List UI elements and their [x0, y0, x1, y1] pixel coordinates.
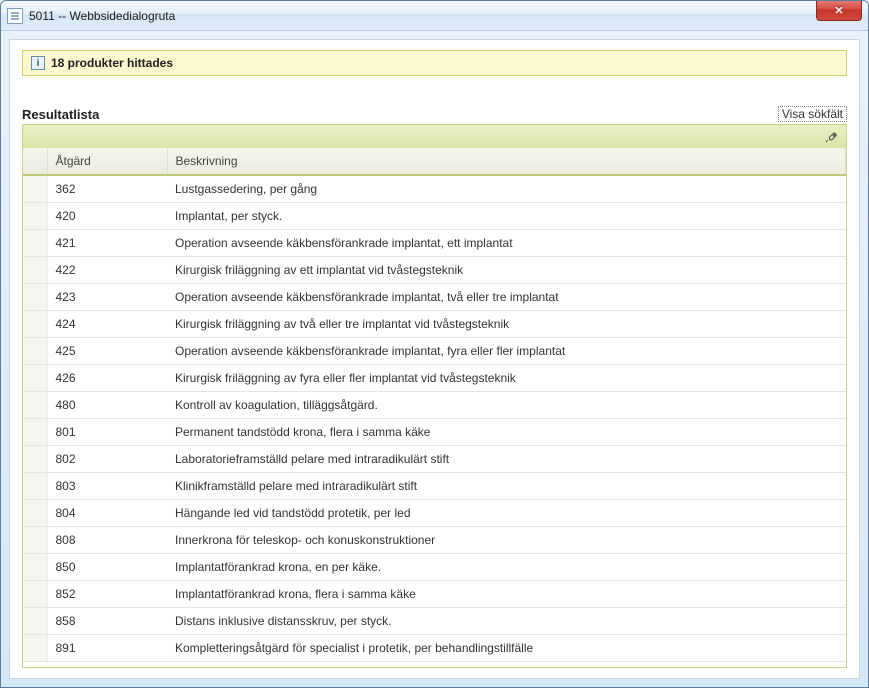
row-desc: Operation avseende käkbensförankrade imp… [167, 284, 846, 311]
row-selector[interactable] [23, 257, 47, 284]
row-selector[interactable] [23, 338, 47, 365]
table-row[interactable]: 423Operation avseende käkbensförankrade … [23, 284, 846, 311]
info-message: 18 produkter hittades [51, 56, 173, 70]
result-table: Åtgärd Beskrivning 362Lustgassedering, p… [23, 148, 846, 662]
table-row[interactable]: 852Implantatförankrad krona, flera i sam… [23, 581, 846, 608]
row-selector[interactable] [23, 473, 47, 500]
result-header: Resultatlista Visa sökfält [22, 106, 847, 122]
row-code: 852 [47, 581, 167, 608]
table-row[interactable]: 801Permanent tandstödd krona, flera i sa… [23, 419, 846, 446]
table-row[interactable]: 891Kompletteringsåtgärd för specialist i… [23, 635, 846, 662]
column-code[interactable]: Åtgärd [47, 148, 167, 175]
row-code: 362 [47, 175, 167, 203]
table-row[interactable]: 480Kontroll av koagulation, tilläggsåtgä… [23, 392, 846, 419]
toolbar-strip [22, 124, 847, 148]
settings-icon[interactable] [824, 130, 838, 144]
row-selector[interactable] [23, 392, 47, 419]
row-code: 425 [47, 338, 167, 365]
window-title: 5011 -- Webbsidedialogruta [29, 9, 175, 23]
table-row[interactable]: 424Kirurgisk friläggning av två eller tr… [23, 311, 846, 338]
row-desc: Kirurgisk friläggning av ett implantat v… [167, 257, 846, 284]
row-desc: Innerkrona för teleskop- och konuskonstr… [167, 527, 846, 554]
titlebar[interactable]: 5011 -- Webbsidedialogruta ✕ [1, 1, 868, 31]
table-row[interactable]: 426Kirurgisk friläggning av fyra eller f… [23, 365, 846, 392]
row-desc: Laboratorieframställd pelare med intrara… [167, 446, 846, 473]
row-selector[interactable] [23, 635, 47, 662]
row-selector[interactable] [23, 203, 47, 230]
row-desc: Implantatförankrad krona, en per käke. [167, 554, 846, 581]
row-code: 801 [47, 419, 167, 446]
table-row[interactable]: 803Klinikframställd pelare med intraradi… [23, 473, 846, 500]
close-icon: ✕ [834, 4, 843, 17]
row-selector[interactable] [23, 311, 47, 338]
result-table-wrap: Åtgärd Beskrivning 362Lustgassedering, p… [22, 148, 847, 668]
row-desc: Kompletteringsåtgärd för specialist i pr… [167, 635, 846, 662]
info-bar: i 18 produkter hittades [22, 50, 847, 76]
row-desc: Kirurgisk friläggning av två eller tre i… [167, 311, 846, 338]
table-row[interactable]: 850Implantatförankrad krona, en per käke… [23, 554, 846, 581]
row-desc: Klinikframställd pelare med intraradikul… [167, 473, 846, 500]
row-desc: Kirurgisk friläggning av fyra eller fler… [167, 365, 846, 392]
table-row[interactable]: 421Operation avseende käkbensförankrade … [23, 230, 846, 257]
row-code: 422 [47, 257, 167, 284]
column-desc[interactable]: Beskrivning [167, 148, 846, 175]
row-code: 891 [47, 635, 167, 662]
row-code: 808 [47, 527, 167, 554]
row-selector[interactable] [23, 284, 47, 311]
table-row[interactable]: 425Operation avseende käkbensförankrade … [23, 338, 846, 365]
content-area: i 18 produkter hittades Resultatlista Vi… [9, 39, 860, 679]
table-row[interactable]: 802Laboratorieframställd pelare med intr… [23, 446, 846, 473]
row-code: 423 [47, 284, 167, 311]
row-selector[interactable] [23, 365, 47, 392]
table-row[interactable]: 362Lustgassedering, per gång [23, 175, 846, 203]
row-code: 424 [47, 311, 167, 338]
row-code: 426 [47, 365, 167, 392]
row-desc: Operation avseende käkbensförankrade imp… [167, 230, 846, 257]
row-code: 850 [47, 554, 167, 581]
row-selector[interactable] [23, 175, 47, 203]
row-selector[interactable] [23, 419, 47, 446]
row-selector[interactable] [23, 500, 47, 527]
table-row[interactable]: 804Hängande led vid tandstödd protetik, … [23, 500, 846, 527]
table-header-row: Åtgärd Beskrivning [23, 148, 846, 175]
row-selector[interactable] [23, 527, 47, 554]
row-desc: Implantat, per styck. [167, 203, 846, 230]
column-selector[interactable] [23, 148, 47, 175]
row-desc: Permanent tandstödd krona, flera i samma… [167, 419, 846, 446]
row-desc: Kontroll av koagulation, tilläggsåtgärd. [167, 392, 846, 419]
row-code: 803 [47, 473, 167, 500]
row-code: 858 [47, 608, 167, 635]
table-row[interactable]: 808Innerkrona för teleskop- och konuskon… [23, 527, 846, 554]
row-selector[interactable] [23, 581, 47, 608]
result-title: Resultatlista [22, 107, 99, 122]
dialog-window: 5011 -- Webbsidedialogruta ✕ i 18 produk… [0, 0, 869, 688]
row-selector[interactable] [23, 554, 47, 581]
row-code: 802 [47, 446, 167, 473]
table-row[interactable]: 858Distans inklusive distansskruv, per s… [23, 608, 846, 635]
info-icon: i [31, 56, 45, 70]
row-code: 420 [47, 203, 167, 230]
row-selector[interactable] [23, 446, 47, 473]
row-selector[interactable] [23, 608, 47, 635]
close-button[interactable]: ✕ [816, 1, 862, 21]
row-code: 480 [47, 392, 167, 419]
row-desc: Hängande led vid tandstödd protetik, per… [167, 500, 846, 527]
show-search-link[interactable]: Visa sökfält [778, 106, 847, 122]
table-row[interactable]: 420Implantat, per styck. [23, 203, 846, 230]
row-desc: Implantatförankrad krona, flera i samma … [167, 581, 846, 608]
row-selector[interactable] [23, 230, 47, 257]
row-desc: Operation avseende käkbensförankrade imp… [167, 338, 846, 365]
row-desc: Lustgassedering, per gång [167, 175, 846, 203]
row-code: 804 [47, 500, 167, 527]
row-desc: Distans inklusive distansskruv, per styc… [167, 608, 846, 635]
row-code: 421 [47, 230, 167, 257]
table-row[interactable]: 422Kirurgisk friläggning av ett implanta… [23, 257, 846, 284]
app-icon [7, 8, 23, 24]
